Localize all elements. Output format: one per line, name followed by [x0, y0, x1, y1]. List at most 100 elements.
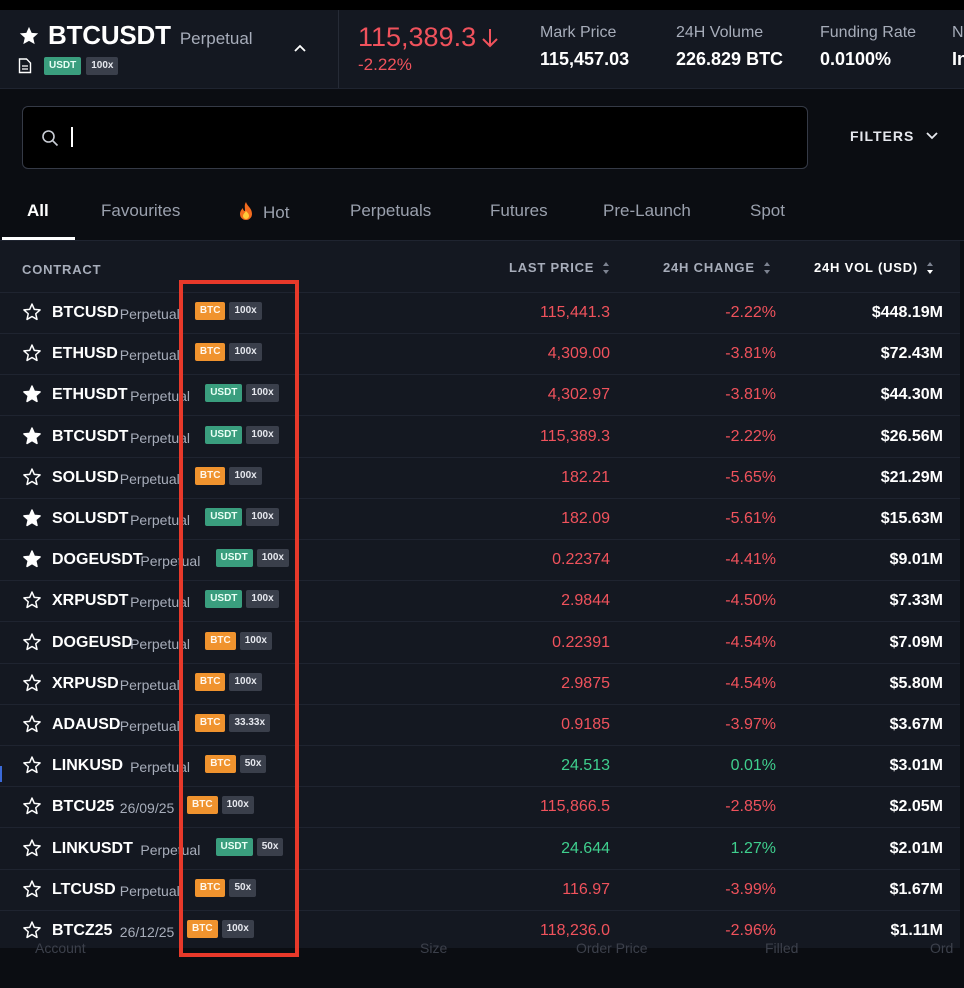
tab-futures[interactable]: Futures — [490, 201, 548, 221]
last-price: 0.22391 — [552, 633, 610, 651]
table-row[interactable]: BTCU25 26/09/25 BTC 100x 115,866.5 -2.85% $2.0… — [0, 786, 960, 829]
contract-type: Perpetual — [119, 882, 180, 899]
header-24h-vol[interactable]: 24H VOL (USD) — [814, 260, 934, 275]
sort-icon — [603, 261, 610, 274]
favourite-star-icon[interactable] — [22, 838, 42, 858]
symbol-block[interactable]: BTCUSDT Perpetual USDT 100x — [18, 20, 253, 75]
category-tabs: All Favourites Hot Perpetuals Futures Pr… — [0, 186, 964, 241]
table-row[interactable]: ETHUSDT Perpetual USDT 100x 4,302.97 -3.81% $4… — [0, 374, 960, 417]
favourite-star-filled-icon[interactable] — [22, 426, 42, 446]
table-row[interactable]: LINKUSD Perpetual BTC 50x 24.513 0.01% $3.01M — [0, 745, 960, 788]
header-24h-change[interactable]: 24H CHANGE — [663, 260, 771, 275]
favourite-star-icon[interactable] — [22, 302, 42, 322]
bg-label: Order Price — [576, 940, 648, 956]
table-row[interactable]: XRPUSD Perpetual BTC 100x 2.9875 -4.54% $5.80M — [0, 663, 960, 705]
table-row[interactable]: ADAUSD Perpetual BTC 33.33x 0.9185 -3.97% $3.6… — [0, 704, 960, 746]
contract-tags: BTC 100x — [194, 466, 266, 485]
favourite-star-icon[interactable] — [22, 920, 42, 940]
stat-24h-volume: 24H Volume 226.829 BTC — [676, 24, 783, 70]
contract-tags: BTC 100x — [194, 672, 266, 691]
contract-name: SOLUSD — [52, 468, 119, 486]
tab-spot[interactable]: Spot — [750, 201, 785, 221]
filters-label: FILTERS — [850, 128, 915, 144]
contract-type: Perpetual — [119, 347, 180, 364]
tab-perpetuals[interactable]: Perpetuals — [350, 201, 431, 221]
table-row[interactable]: DOGEUSD Perpetual BTC 100x 0.22391 -4.54% $7.0… — [0, 622, 960, 664]
favourite-star-filled-icon[interactable] — [22, 549, 42, 569]
table-row[interactable]: XRPUSDT Perpetual USDT 100x 2.9844 -4.50% $7.3… — [0, 580, 960, 623]
margin-tag: BTC — [194, 714, 226, 732]
document-icon[interactable] — [18, 58, 32, 74]
table-row[interactable]: BTCUSD Perpetual BTC 100x 115,441.3 -2.22% $44… — [0, 292, 960, 334]
price-change: -5.65% — [725, 468, 776, 486]
volume: $26.56M — [880, 427, 943, 445]
contract-type: Perpetual — [130, 429, 191, 446]
margin-tag: BTC — [205, 755, 236, 774]
table-row[interactable]: SOLUSDT Perpetual USDT 100x 182.09 -5.61% $15.… — [0, 498, 960, 540]
favourite-star-icon[interactable] — [22, 590, 42, 610]
contract-type: 26/12/25 — [119, 924, 175, 940]
favourite-star-icon[interactable] — [22, 755, 42, 775]
volume: $1.11M — [890, 922, 943, 939]
favourite-star-icon[interactable] — [22, 673, 42, 693]
last-price: 115,441.3 — [540, 304, 610, 321]
margin-tag: BTC — [194, 878, 226, 897]
margin-tag: BTC — [194, 343, 226, 362]
last-price: 24.513 — [561, 757, 610, 775]
leverage-tag: 100x — [221, 796, 254, 815]
header-contract[interactable]: CONTRACT — [22, 262, 101, 277]
leverage-tag: 100x — [246, 508, 279, 526]
leverage-tag: 50x — [239, 755, 267, 774]
tab-pre-launch[interactable]: Pre-Launch — [603, 201, 691, 221]
table-row[interactable]: SOLUSD Perpetual BTC 100x 182.21 -5.65% $21.29… — [0, 457, 960, 499]
favourite-star-filled-icon[interactable] — [22, 384, 42, 404]
tab-hot[interactable]: Hot — [238, 201, 289, 223]
search-box[interactable] — [22, 106, 808, 169]
margin-tag: BTC — [205, 631, 236, 650]
last-price: 115,389.3 — [358, 22, 477, 52]
contract-name: BTCZ25 — [52, 922, 113, 939]
bg-label: Size — [420, 940, 448, 956]
favourite-star-icon[interactable] — [22, 879, 42, 899]
table-row[interactable]: BTCZ25 26/12/25 BTC 100x 118,236.0 -2.96% $1.1… — [0, 910, 960, 952]
volume: $9.01M — [889, 551, 943, 569]
tab-all[interactable]: All — [27, 201, 49, 221]
table-row[interactable]: BTCUSDT Perpetual USDT 100x 115,389.3 -2.22% $… — [0, 416, 960, 458]
contract-tags: USDT 100x — [205, 384, 282, 403]
filters-button[interactable]: FILTERS — [850, 128, 940, 144]
favourite-star-icon[interactable] — [22, 632, 42, 652]
volume: $3.01M — [889, 757, 943, 775]
table-row[interactable]: ETHUSD Perpetual BTC 100x 4,309.00 -3.81% $72.… — [0, 333, 960, 376]
stat-value: 115,457.03 — [540, 49, 630, 69]
last-price: 182.09 — [561, 510, 610, 527]
price-change: -2.22% — [725, 427, 776, 445]
table-row[interactable]: LINKUSDT Perpetual USDT 50x 24.644 1.27% $2.01… — [0, 828, 960, 870]
header-last-price[interactable]: LAST PRICE — [509, 260, 610, 275]
favourite-star-icon[interactable] — [22, 467, 42, 487]
price-change: 1.27% — [730, 839, 776, 857]
favourite-star-filled-icon[interactable] — [22, 508, 42, 528]
last-price: 182.21 — [561, 468, 610, 486]
volume: $448.19M — [871, 304, 943, 321]
contract-type: Perpetual — [119, 470, 180, 487]
favourite-star-filled-icon[interactable] — [18, 25, 40, 47]
chevron-up-icon[interactable] — [292, 40, 308, 56]
stat-value: 226.829 BTC — [676, 49, 784, 69]
stat-label: N — [952, 24, 964, 41]
search-input[interactable] — [75, 121, 779, 155]
last-price: 2.9844 — [561, 592, 610, 610]
table-row[interactable]: DOGEUSDT Perpetual USDT 100x 0.22374 -4.41% $9… — [0, 539, 960, 582]
table-row[interactable]: LTCUSD Perpetual BTC 50x 116.97 -3.99% $1.67M — [0, 869, 960, 911]
favourite-star-icon[interactable] — [22, 714, 42, 734]
stat-value: In — [952, 49, 964, 69]
tab-favourites[interactable]: Favourites — [101, 201, 180, 221]
favourite-star-icon[interactable] — [22, 796, 42, 816]
header-divider — [338, 10, 339, 88]
stat-value: 0.0100% — [820, 49, 892, 69]
stat-truncated: N In — [952, 24, 964, 70]
top-strip — [0, 0, 964, 10]
contract-name: DOGEUSDT — [52, 551, 143, 569]
price-change: -4.41% — [725, 551, 776, 569]
contract-type: Perpetual — [119, 306, 180, 322]
favourite-star-icon[interactable] — [22, 343, 42, 363]
